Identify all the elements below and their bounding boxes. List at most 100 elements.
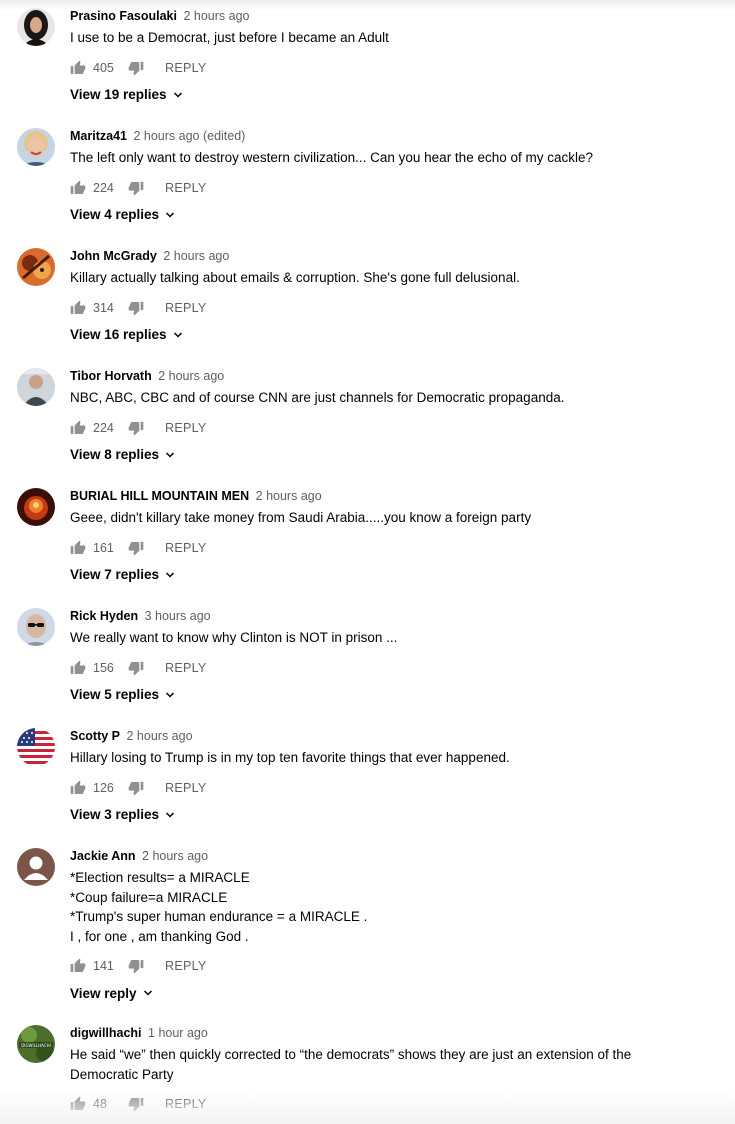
comment-timestamp[interactable]: 1 hour ago bbox=[148, 1026, 208, 1040]
comment-text-line: He said “we” then quickly corrected to “… bbox=[70, 1047, 632, 1062]
view-replies-label: View reply bbox=[70, 985, 137, 1001]
comment-text: NBC, ABC, CBC and of course CNN are just… bbox=[70, 388, 710, 408]
comment-text-line: Hillary losing to Trump is in my top ten… bbox=[70, 750, 510, 765]
comment-author[interactable]: digwillhachi bbox=[70, 1026, 142, 1040]
thumbs-up-icon[interactable] bbox=[70, 660, 86, 676]
view-replies-button[interactable]: View 7 replies bbox=[70, 564, 710, 586]
comment-text-line: *Trump's super human endurance = a MIRAC… bbox=[70, 909, 368, 924]
comment-actions: 156 REPLY bbox=[70, 657, 710, 679]
thumbs-up-icon[interactable] bbox=[70, 540, 86, 556]
view-replies-button[interactable]: View 19 replies bbox=[70, 84, 710, 106]
view-replies-button[interactable]: View 3 replies bbox=[70, 804, 710, 826]
avatar[interactable] bbox=[17, 128, 55, 166]
comment-text-line: NBC, ABC, CBC and of course CNN are just… bbox=[70, 390, 565, 405]
thumbs-down-icon[interactable] bbox=[128, 180, 144, 196]
view-replies-label: View 4 replies bbox=[70, 207, 160, 222]
reply-button[interactable]: REPLY bbox=[165, 959, 207, 973]
thumbs-down-icon[interactable] bbox=[128, 958, 144, 974]
comment-text: The left only want to destroy western ci… bbox=[70, 148, 710, 168]
reply-button[interactable]: REPLY bbox=[165, 301, 207, 315]
comment-author[interactable]: John McGrady bbox=[70, 249, 157, 263]
comment-text: *Election results= a MIRACLE *Coup failur… bbox=[70, 868, 710, 946]
comment-timestamp[interactable]: 2 hours ago (edited) bbox=[133, 129, 245, 143]
thumbs-up-icon[interactable] bbox=[70, 420, 86, 436]
thumbs-up-icon[interactable] bbox=[70, 300, 86, 316]
avatar[interactable] bbox=[17, 488, 55, 526]
chevron-down-icon bbox=[172, 329, 184, 341]
comment-timestamp[interactable]: 2 hours ago bbox=[183, 9, 249, 23]
view-replies-label: View 8 replies bbox=[70, 447, 160, 462]
comment-timestamp[interactable]: 2 hours ago bbox=[163, 249, 229, 263]
thumbs-down-icon[interactable] bbox=[128, 60, 144, 76]
comment-author[interactable]: Rick Hyden bbox=[70, 609, 138, 623]
thumbs-down-icon[interactable] bbox=[128, 420, 144, 436]
like-count: 405 bbox=[93, 60, 114, 75]
comment-author[interactable]: BURIAL HILL MOUNTAIN MEN bbox=[70, 489, 249, 503]
comment-actions: 224 REPLY bbox=[70, 177, 710, 199]
view-replies-button[interactable]: View reply bbox=[70, 982, 710, 1004]
avatar[interactable] bbox=[17, 608, 55, 646]
comment-text-line: Geee, didn't killary take money from Sau… bbox=[70, 510, 532, 525]
comment-actions: 405 REPLY bbox=[70, 57, 710, 79]
chevron-down-icon bbox=[172, 89, 184, 101]
reply-button[interactable]: REPLY bbox=[165, 61, 207, 75]
thumbs-down-icon[interactable] bbox=[128, 780, 144, 796]
comment-timestamp[interactable]: 2 hours ago bbox=[127, 729, 193, 743]
view-replies-button[interactable]: View 16 replies bbox=[70, 324, 710, 346]
thumbs-up-icon[interactable] bbox=[70, 60, 86, 76]
avatar[interactable]: DIGWILLHACHI bbox=[17, 1025, 55, 1063]
comment-author[interactable]: Prasino Fasoulaki bbox=[70, 9, 177, 23]
comment-text-line: I , for one , am thanking God . bbox=[70, 928, 249, 944]
view-replies-button[interactable]: View 4 replies bbox=[70, 204, 710, 226]
chevron-down-icon bbox=[164, 809, 176, 821]
reply-button[interactable]: REPLY bbox=[165, 661, 207, 675]
comment-author[interactable]: Jackie Ann bbox=[70, 849, 136, 863]
comment-text-line: The left only want to destroy western ci… bbox=[70, 150, 594, 165]
reply-button[interactable]: REPLY bbox=[165, 421, 207, 435]
comment-actions: 126 REPLY bbox=[70, 777, 710, 799]
comment-timestamp[interactable]: 2 hours ago bbox=[256, 489, 322, 503]
comment-text: We really want to know why Clinton is NO… bbox=[70, 628, 710, 648]
comment-author[interactable]: Tibor Horvath bbox=[70, 369, 152, 383]
comment-timestamp[interactable]: 2 hours ago bbox=[158, 369, 224, 383]
comment-text: I use to be a Democrat, just before I be… bbox=[70, 28, 710, 48]
chevron-down-icon bbox=[164, 689, 176, 701]
thumbs-down-icon[interactable] bbox=[128, 540, 144, 556]
comment-text-line: Democratic Party bbox=[70, 1066, 174, 1082]
like-count: 224 bbox=[93, 420, 114, 435]
thumbs-up-icon[interactable] bbox=[70, 958, 86, 974]
avatar[interactable] bbox=[17, 728, 55, 766]
thumbs-down-icon[interactable] bbox=[128, 300, 144, 316]
comment-timestamp[interactable]: 3 hours ago bbox=[145, 609, 211, 623]
comment-author[interactable]: Maritza41 bbox=[70, 129, 127, 143]
reply-button[interactable]: REPLY bbox=[165, 181, 207, 195]
chevron-down-icon bbox=[164, 449, 176, 461]
comment-text: He said “we” then quickly corrected to “… bbox=[70, 1045, 710, 1084]
comment-text-line: We really want to know why Clinton is NO… bbox=[70, 630, 398, 645]
like-count: 161 bbox=[93, 540, 114, 555]
comment-author[interactable]: Scotty P bbox=[70, 729, 120, 743]
avatar[interactable] bbox=[17, 8, 55, 46]
view-replies-button[interactable]: View 5 replies bbox=[70, 684, 710, 706]
bottom-fade bbox=[0, 1090, 735, 1124]
comment-text-line: *Coup failure=a MIRACLE bbox=[70, 889, 228, 905]
chevron-down-icon bbox=[164, 569, 176, 581]
view-replies-label: View 19 replies bbox=[70, 87, 167, 102]
avatar[interactable] bbox=[17, 248, 55, 286]
view-replies-label: View 7 replies bbox=[70, 567, 160, 582]
reply-button[interactable]: REPLY bbox=[165, 541, 207, 555]
comment-actions: 141 REPLY bbox=[70, 955, 710, 977]
chevron-down-icon bbox=[164, 209, 176, 221]
thumbs-up-icon[interactable] bbox=[70, 780, 86, 796]
comment-text-line: *Election results= a MIRACLE bbox=[70, 870, 250, 885]
view-replies-button[interactable]: View 8 replies bbox=[70, 444, 710, 466]
svg-text:DIGWILLHACHI: DIGWILLHACHI bbox=[21, 1043, 51, 1048]
avatar[interactable] bbox=[17, 368, 55, 406]
reply-button[interactable]: REPLY bbox=[165, 781, 207, 795]
thumbs-down-icon[interactable] bbox=[128, 660, 144, 676]
comment-timestamp[interactable]: 2 hours ago bbox=[142, 849, 208, 863]
chevron-down-icon bbox=[142, 987, 154, 999]
avatar[interactable] bbox=[17, 848, 55, 886]
thumbs-up-icon[interactable] bbox=[70, 180, 86, 196]
comment-actions: 224 REPLY bbox=[70, 417, 710, 439]
